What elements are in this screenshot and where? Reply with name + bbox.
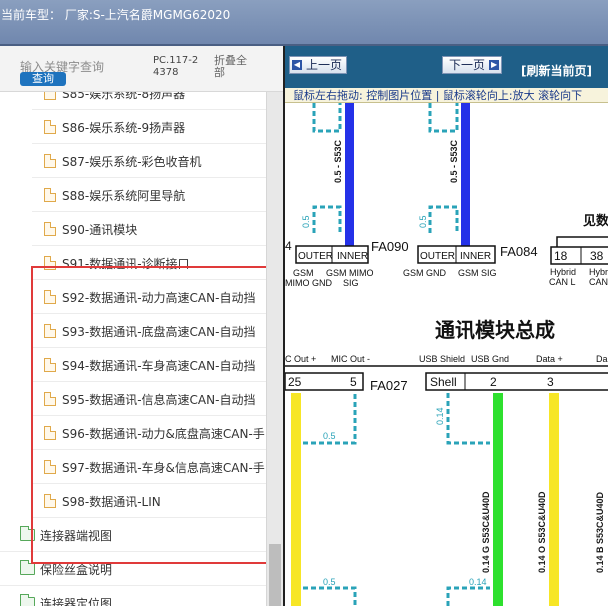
list-item[interactable]: S88-娱乐系统阿里导航 — [0, 178, 266, 212]
wire-label: 0.14 G S53C&U40D — [481, 491, 491, 573]
connector-pin: 38 — [590, 249, 604, 263]
folder-icon — [20, 594, 35, 606]
wire-label: 0.5 - S53C — [333, 139, 343, 183]
arrow-right-icon: ▶ — [489, 60, 500, 70]
wire-green — [493, 393, 503, 606]
signal-label: MIMO GND — [285, 278, 332, 288]
signal-label: GSM — [293, 268, 314, 278]
signal-label: Data + — [536, 354, 563, 364]
file-icon — [44, 154, 56, 168]
wire-yellow-1 — [291, 393, 301, 606]
search-button[interactable]: 查询 — [20, 72, 66, 86]
wire-label: 0.5 — [323, 431, 336, 441]
signal-label: MIC Out - — [331, 354, 370, 364]
wire-label: 0.5 - S53C — [449, 139, 459, 183]
connector-id: FA027 — [370, 378, 408, 393]
list-item-label: S85-娱乐系统-8扬声器 — [62, 92, 186, 101]
wire-blue-2 — [461, 103, 470, 246]
list-item[interactable]: S87-娱乐系统-彩色收音机 — [0, 144, 266, 178]
file-icon — [44, 92, 56, 100]
list-item-label: S88-娱乐系统阿里导航 — [62, 189, 186, 203]
list-item[interactable]: S90-通讯模块 — [0, 212, 266, 246]
connector-pin: 18 — [554, 249, 568, 263]
wire-label: 0.14 O S53C&U40D — [537, 491, 547, 573]
module-title: 通讯模块总成 — [435, 318, 555, 342]
search-area: 输入关键字查询 查询 PC.117-24378 折叠全部 — [0, 46, 283, 92]
selection-highlight-box — [31, 266, 275, 564]
reference-label: 见数 — [583, 213, 608, 228]
signal-label: Hybrid — [550, 267, 576, 277]
list-item-label: S90-通讯模块 — [62, 223, 138, 237]
list-item-label: S87-娱乐系统-彩色收音机 — [62, 155, 202, 169]
shield-dashed-2 — [428, 103, 459, 133]
vehicle-title: 当前车型： 厂家:S-上汽名爵MGMG62020 — [1, 8, 231, 22]
signal-label: CAN — [589, 277, 608, 287]
connector-pin: 25 — [288, 375, 302, 389]
wiring-diagram[interactable]: 0.5 - S53C 0.5 - S53C 0.5 0.5 OUTER INNE… — [285, 103, 608, 606]
connector-pin: Shell — [430, 375, 457, 389]
prev-page-button[interactable]: ◀ 上一页 — [289, 56, 348, 74]
signal-label: USB Gnd — [471, 354, 509, 364]
folder-icon — [20, 560, 35, 575]
diagram-viewer: ◀ 上一页 下一页 ▶ [刷新当前页] 鼠标左右拖动: 控制图片位置 | 鼠标滚… — [283, 46, 608, 606]
signal-label: Da — [596, 354, 608, 364]
connector-label: OUTER — [420, 251, 455, 262]
file-icon — [44, 120, 56, 134]
fold-all-button[interactable]: 折叠全部 — [214, 55, 252, 79]
list-item-label: S86-娱乐系统-9扬声器 — [62, 121, 186, 135]
shield-dashed-6 — [446, 393, 490, 445]
wire-label: 0.5 — [301, 215, 311, 228]
scrollbar-thumb[interactable] — [269, 544, 281, 606]
file-icon — [44, 222, 56, 236]
signal-label: GSM MIMO — [326, 268, 374, 278]
shield-dashed-3 — [312, 205, 342, 233]
wire-blue-1 — [345, 103, 354, 246]
connector-pin: 3 — [547, 375, 554, 389]
tree-scrollbar[interactable] — [266, 92, 283, 606]
prev-page-label: 上一页 — [306, 58, 343, 72]
wire-label: 0.14 — [435, 407, 445, 425]
wire-label: 0.5 — [323, 577, 336, 587]
connector-pin: 2 — [490, 375, 497, 389]
next-page-label: 下一页 — [449, 58, 486, 72]
left-panel: 输入关键字查询 查询 PC.117-24378 折叠全部 S85-娱乐系统-8扬… — [0, 46, 283, 606]
signal-label: GSM SIG — [458, 268, 497, 278]
shield-dashed-8 — [446, 586, 490, 606]
arrow-left-icon: ◀ — [292, 60, 302, 70]
connector-id: FA090 — [371, 239, 409, 254]
signal-label: Hybr — [589, 267, 608, 277]
wire-label: 0.14 — [469, 577, 487, 587]
title-bar: 当前车型： 厂家:S-上汽名爵MGMG62020 — [0, 0, 608, 46]
signal-label: C Out + — [285, 354, 316, 364]
wire-label: 0.5 — [418, 215, 428, 228]
pc-code: PC.117-24378 — [153, 55, 199, 78]
folder-item[interactable]: 连接器定位图 — [0, 586, 266, 606]
connector-label: INNER — [460, 251, 491, 262]
viewer-toolbar: ◀ 上一页 下一页 ▶ [刷新当前页] — [285, 46, 608, 88]
shield-dashed-1 — [312, 103, 342, 133]
shield-dashed-7 — [303, 586, 357, 606]
viewer-hint: 鼠标左右拖动: 控制图片位置 | 鼠标滚轮向上:放大 滚轮向下 — [285, 88, 608, 103]
shield-dashed-4 — [428, 205, 459, 233]
list-item[interactable]: S86-娱乐系统-9扬声器 — [0, 110, 266, 144]
list-item[interactable]: S85-娱乐系统-8扬声器 — [0, 92, 266, 110]
connector-label: OUTER — [298, 251, 333, 262]
wire-label: 0.14 B S53C&U40D — [595, 491, 605, 573]
connector-id: FA084 — [500, 244, 538, 259]
signal-label: USB Shield — [419, 354, 465, 364]
signal-label: CAN L — [549, 277, 576, 287]
file-icon — [44, 188, 56, 202]
connector-outline — [556, 236, 608, 247]
connector-label: 4 — [285, 239, 292, 253]
wire-yellow-2 — [549, 393, 559, 606]
wiring-diagram-svg: 0.5 - S53C 0.5 - S53C 0.5 0.5 OUTER INNE… — [285, 103, 608, 606]
signal-label: SIG — [343, 278, 359, 288]
signal-label: GSM GND — [403, 268, 447, 278]
refresh-page-link[interactable]: [刷新当前页] — [521, 62, 592, 79]
folder-item-label: 连接器定位图 — [40, 597, 113, 606]
connector-label: INNER — [337, 251, 368, 262]
next-page-button[interactable]: 下一页 ▶ — [442, 56, 503, 74]
connector-pin: 5 — [350, 375, 357, 389]
